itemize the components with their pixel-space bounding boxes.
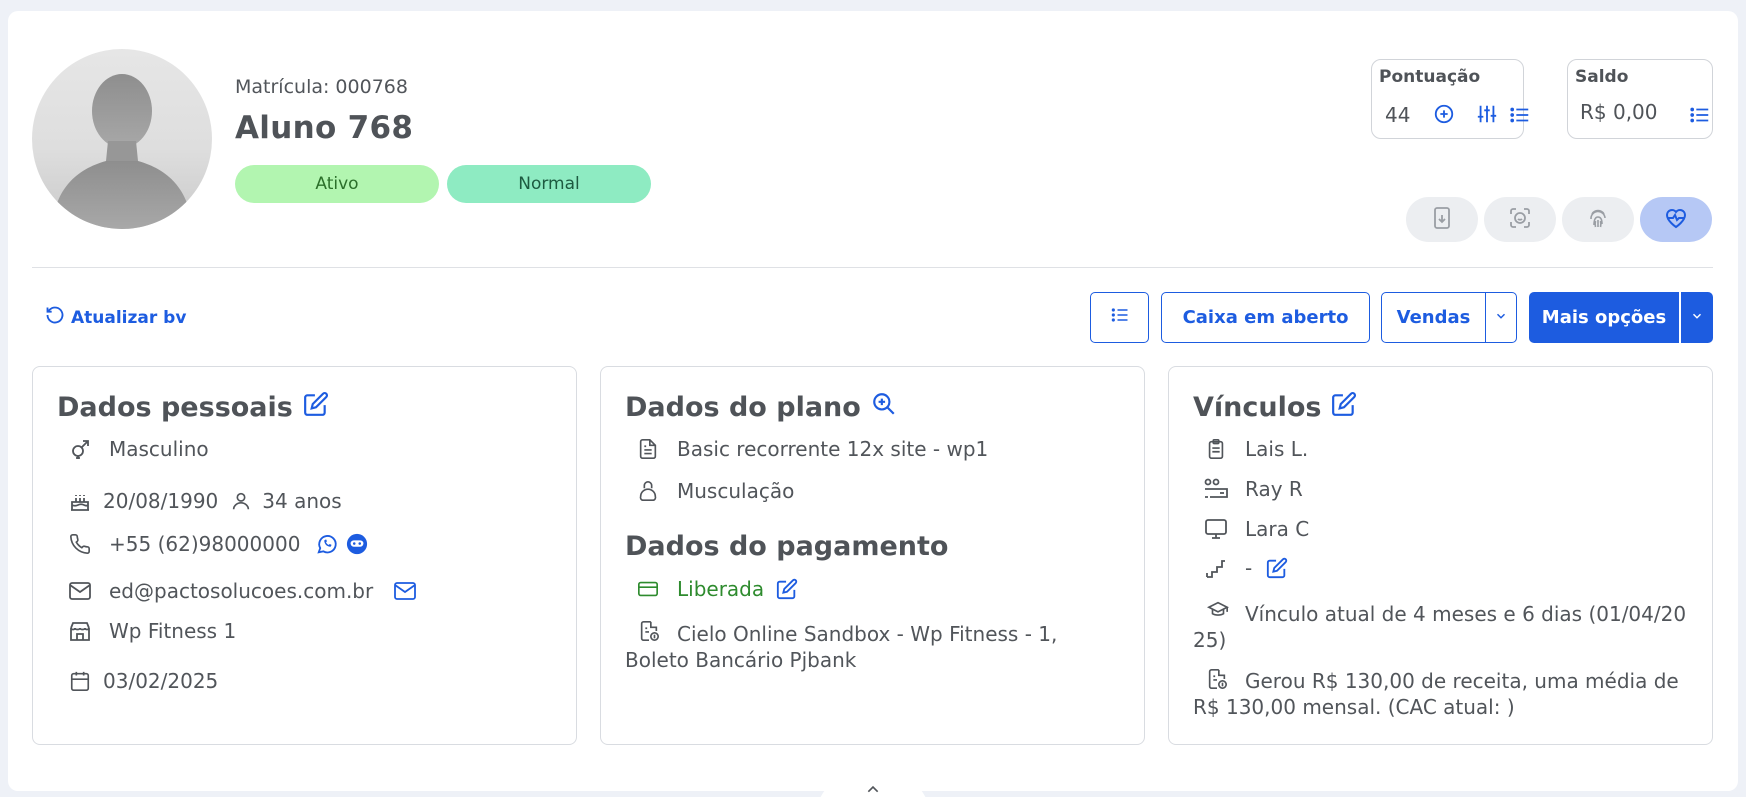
calendar-icon [65,670,95,692]
gender-row: Masculino [65,437,209,461]
avatar[interactable] [32,49,212,229]
list-icon [1110,305,1130,330]
kettlebell-icon [633,479,663,503]
phone-icon [65,533,95,555]
points-history-icon[interactable] [1509,104,1531,130]
links-title-text: Vínculos [1193,392,1322,423]
person-icon [226,490,256,512]
student-name: Aluno 768 [235,110,414,146]
revenue-text: Gerou R$ 130,00 de receita, uma média de… [1193,669,1679,719]
pontuacao-title: Pontuação [1379,67,1481,87]
payment-methods-text: Cielo Online Sandbox - Wp Fitness - 1, B… [625,622,1058,672]
plan-data-title: Dados do plano [625,391,897,424]
chevron-down-icon [1690,307,1704,328]
consultant-row: Lais L. [1201,437,1308,461]
face-scan-icon [1508,206,1532,234]
refresh-icon [45,305,65,330]
store-icon [65,619,95,643]
email-row: ed@pactosolucoes.com.br [65,579,417,603]
personal-data-panel: Dados pessoais Masculino 20/08/1990 34 a… [32,366,577,745]
personal-data-title-text: Dados pessoais [57,392,293,423]
date-row: 03/02/2025 [65,669,218,693]
credit-card-icon [633,578,663,600]
fingerprint-button[interactable] [1562,197,1634,242]
document-icon [633,437,663,461]
unit-value: Wp Fitness 1 [109,619,237,643]
chevron-up-icon [865,780,881,797]
pontuacao-box: Pontuação 44 [1371,59,1529,139]
caixa-em-aberto-button[interactable]: Caixa em aberto [1161,292,1370,343]
gender-value: Masculino [109,437,209,461]
header-divider [32,267,1713,268]
mobile-app-button[interactable] [1406,197,1478,242]
links-title: Vínculos [1193,391,1357,424]
stairs-icon [1201,556,1231,580]
instructor-value: Lara C [1245,517,1310,541]
email-value: ed@pactosolucoes.com.br [109,579,374,603]
instructor-row: Lara C [1201,517,1309,541]
refresh-bv-link[interactable]: Atualizar bv [45,305,186,330]
edit-payment-icon[interactable] [776,578,798,600]
gender-icon [65,437,95,461]
edit-icon[interactable] [303,391,329,424]
clipboard-icon [1201,437,1231,461]
level-value: - [1245,556,1253,580]
adjust-points-icon[interactable] [1476,103,1498,129]
modality-value: Musculação [677,479,795,503]
personal-data-title: Dados pessoais [57,391,329,424]
teacher-row: Ray R [1201,477,1303,501]
teacher-value: Ray R [1245,477,1303,501]
payment-data-title: Dados do pagamento [625,531,949,562]
refresh-label: Atualizar bv [71,307,187,328]
matricula-label: Matrícula: 000768 [235,76,408,98]
edit-level-icon[interactable] [1266,557,1288,579]
fingerprint-icon [1586,206,1610,234]
level-row: - [1201,556,1288,580]
birthdate-value: 20/08/1990 [103,489,219,513]
plan-data-title-text: Dados do plano [625,392,861,423]
saldo-box: Saldo R$ 0,00 [1567,59,1713,139]
saldo-title: Saldo [1575,67,1629,87]
teacher-icon [1201,477,1231,501]
add-points-icon[interactable] [1433,103,1455,129]
monitor-icon [1201,517,1231,541]
vendas-button[interactable]: Vendas [1381,292,1486,343]
chat-bot-icon[interactable] [346,533,368,555]
zoom-in-icon[interactable] [871,391,897,424]
links-panel: Vínculos Lais L. Ray R Lara C - Vínculo … [1168,366,1713,745]
saldo-value: R$ 0,00 [1580,100,1658,124]
plan-data-panel: Dados do plano Basic recorrente 12x site… [600,366,1145,745]
face-recognition-button[interactable] [1484,197,1556,242]
health-button[interactable] [1640,197,1712,242]
phone-value: +55 (62)98000000 [109,532,301,556]
phone-download-icon [1430,206,1454,234]
plan-name-row: Basic recorrente 12x site - wp1 [633,437,988,461]
send-email-icon[interactable] [393,579,417,603]
mail-icon [65,579,95,603]
status-badge: Ativo [235,165,439,203]
payment-status-value: Liberada [677,577,765,601]
chevron-down-icon [1494,307,1508,328]
mais-opcoes-button[interactable]: Mais opções [1529,292,1679,343]
category-badge: Normal [447,165,651,203]
vendas-dropdown-button[interactable] [1485,292,1517,343]
edit-icon[interactable] [1331,391,1357,424]
phone-row: +55 (62)98000000 [65,532,368,556]
pontuacao-value: 44 [1385,103,1411,127]
mais-opcoes-dropdown-button[interactable] [1681,292,1713,343]
saldo-history-icon[interactable] [1689,104,1711,130]
payment-status-row: Liberada [633,577,798,601]
list-view-button[interactable] [1090,292,1149,343]
age-value: 34 anos [262,489,342,513]
unit-row: Wp Fitness 1 [65,619,236,643]
birthdate-row: 20/08/1990 34 anos [65,489,342,513]
heart-pulse-icon [1663,206,1689,234]
cake-icon [65,489,95,513]
plan-name-value: Basic recorrente 12x site - wp1 [677,437,989,461]
modality-row: Musculação [633,479,794,503]
whatsapp-icon[interactable] [316,533,338,555]
bond-text: Vínculo atual de 4 meses e 6 dias (01/04… [1193,602,1687,652]
date-value: 03/02/2025 [103,669,219,693]
consultant-value: Lais L. [1245,437,1309,461]
